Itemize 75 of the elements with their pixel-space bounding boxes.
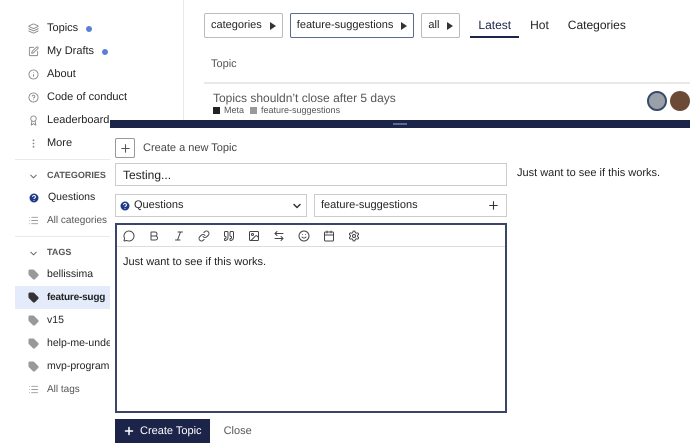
section-title: TAGS	[47, 246, 72, 260]
avatar[interactable]	[670, 91, 690, 111]
composer-action: Create a new Topic	[143, 140, 237, 156]
caret-icon	[447, 22, 454, 30]
tag-label: feature-suggestions	[261, 105, 340, 115]
sidebar-item[interactable]: Code of conduct	[0, 86, 183, 109]
smiley-icon[interactable]	[298, 230, 310, 242]
close-button[interactable]: Close	[224, 422, 252, 440]
list-icon	[28, 215, 39, 226]
sidebar-label: Questions	[48, 190, 96, 205]
nav-tab[interactable]: Hot	[522, 13, 557, 38]
sidebar-label: feature-sugg	[47, 291, 106, 305]
column-header: Topic	[211, 57, 238, 72]
title-input[interactable]: Testing...	[115, 163, 507, 186]
sidebar-label: More	[47, 136, 72, 152]
question-icon	[119, 200, 131, 212]
editor-text: Just want to see if this works.	[122, 255, 268, 270]
sidebar-label: All categories	[47, 214, 108, 228]
caret-icon	[270, 22, 276, 30]
sidebar-label: v15	[47, 312, 64, 328]
plus-icon	[123, 425, 135, 437]
layers-icon	[28, 23, 39, 34]
medal-icon	[28, 115, 39, 126]
sidebar-label: My Drafts	[47, 44, 94, 60]
sidebar-label: Leaderboard	[47, 113, 110, 128]
create-topic-button[interactable]: Create Topic	[115, 419, 210, 443]
breadcrumb-dropdown[interactable]: categories	[204, 13, 283, 38]
plus-button[interactable]	[115, 138, 135, 158]
question-icon	[28, 92, 39, 103]
sidebar-label: Code of conduct	[47, 90, 128, 106]
sidebar-item[interactable]: About	[0, 63, 183, 86]
nav-tab[interactable]: Latest	[470, 13, 520, 38]
sidebar-label: About	[47, 67, 76, 82]
sidebar-label: help-me-unde	[47, 336, 112, 351]
swap-arrows-icon[interactable]	[273, 230, 285, 242]
tag-icon	[28, 292, 39, 303]
sidebar-label: Topics	[47, 21, 78, 36]
caret-icon	[401, 22, 408, 30]
sidebar-item[interactable]: Topics	[0, 17, 183, 40]
tag-icon	[28, 269, 39, 280]
tag-icon	[28, 338, 39, 349]
bold-icon[interactable]	[148, 230, 160, 242]
sidebar-label: All tags	[47, 383, 80, 397]
speech-bubble-icon[interactable]	[123, 230, 135, 242]
nav-tab[interactable]: Categories	[560, 13, 634, 38]
tag-icon	[28, 361, 39, 372]
category-dropdown[interactable]: Questions	[115, 194, 307, 217]
sidebar-label: mvp-program	[47, 358, 110, 374]
sidebar-item[interactable]: Leaderboard	[0, 109, 183, 132]
sidebar-label: bellissima	[47, 266, 94, 282]
plus-icon	[118, 142, 132, 154]
question-icon	[28, 192, 40, 204]
editor[interactable]: Just want to see if this works.	[115, 223, 507, 413]
preview-text: Just want to see if this works.	[517, 166, 660, 181]
sidebar-item[interactable]: My Drafts	[0, 40, 183, 63]
link-icon[interactable]	[198, 230, 210, 242]
info-icon	[28, 69, 39, 80]
list-icon	[28, 384, 39, 395]
breadcrumb-dropdown[interactable]: feature-suggestions	[290, 13, 414, 38]
quote-icon[interactable]	[223, 230, 235, 242]
section-title: CATEGORIES	[47, 169, 106, 182]
breadcrumb-dropdown[interactable]: all	[421, 13, 460, 38]
pencil-square-icon	[28, 46, 39, 57]
plus-icon	[487, 199, 500, 212]
tag-icon	[28, 315, 39, 326]
settings-icon[interactable]	[348, 230, 360, 242]
topic-title[interactable]: Topics shouldn’t close after 5 days	[213, 91, 396, 105]
category-label: Meta	[224, 105, 244, 115]
tags-input[interactable]: feature-suggestions	[314, 194, 507, 217]
drag-handle[interactable]	[393, 123, 407, 125]
tag-square	[250, 106, 258, 114]
image-icon[interactable]	[248, 230, 260, 242]
italic-icon[interactable]	[173, 230, 185, 242]
calendar-icon[interactable]	[323, 230, 335, 242]
avatar[interactable]	[647, 91, 667, 111]
